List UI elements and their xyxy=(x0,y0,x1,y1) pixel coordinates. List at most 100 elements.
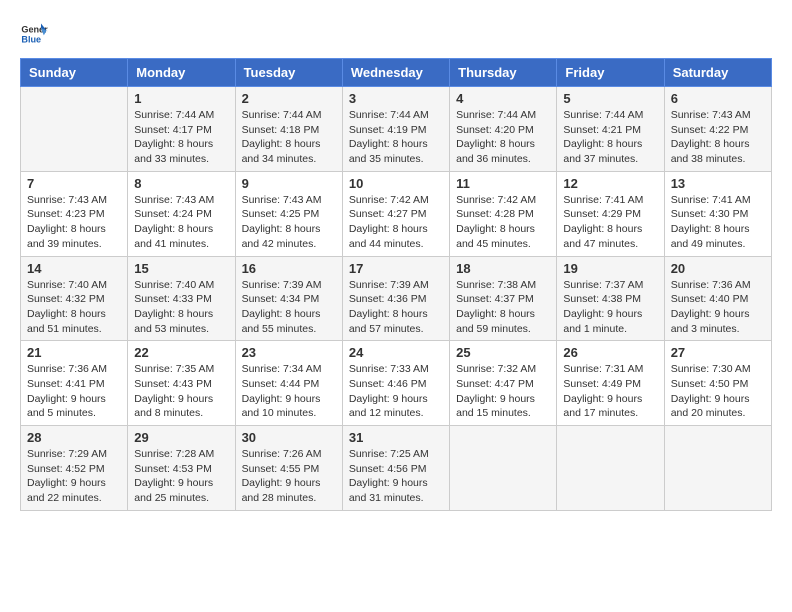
calendar-cell xyxy=(21,87,128,172)
calendar-cell: 5Sunrise: 7:44 AM Sunset: 4:21 PM Daylig… xyxy=(557,87,664,172)
calendar-cell: 26 Sunrise: 7:31 AM Sunset: 4:49 PM Dayli… xyxy=(557,341,664,426)
day-number: 22 xyxy=(134,345,228,360)
day-number: 21 xyxy=(27,345,121,360)
day-info: Sunrise: 7:25 AM Sunset: 4:56 PM Dayligh… xyxy=(349,447,443,506)
calendar-cell xyxy=(664,426,771,511)
day-number: 13 xyxy=(671,176,765,191)
calendar-cell: 11 Sunrise: 7:42 AM Sunset: 4:28 PM Dayli… xyxy=(450,171,557,256)
day-number: 2 xyxy=(242,91,336,106)
week-row-3: 14 Sunrise: 7:40 AM Sunset: 4:32 PM Dayli… xyxy=(21,256,772,341)
calendar-cell: 6 Sunrise: 7:43 AM Sunset: 4:22 PM Daylig… xyxy=(664,87,771,172)
day-info: Sunrise: 7:36 AM Sunset: 4:40 PM Dayligh… xyxy=(671,278,765,337)
day-number: 28 xyxy=(27,430,121,445)
calendar-cell: 30 Sunrise: 7:26 AM Sunset: 4:55 PM Dayli… xyxy=(235,426,342,511)
day-info: Sunrise: 7:28 AM Sunset: 4:53 PM Dayligh… xyxy=(134,447,228,506)
calendar-cell: 31Sunrise: 7:25 AM Sunset: 4:56 PM Dayli… xyxy=(342,426,449,511)
day-info: Sunrise: 7:43 AM Sunset: 4:22 PM Dayligh… xyxy=(671,108,765,167)
calendar-cell xyxy=(557,426,664,511)
calendar-cell: 10Sunrise: 7:42 AM Sunset: 4:27 PM Dayli… xyxy=(342,171,449,256)
header-monday: Monday xyxy=(128,59,235,87)
day-info: Sunrise: 7:42 AM Sunset: 4:28 PM Dayligh… xyxy=(456,193,550,252)
calendar-cell xyxy=(450,426,557,511)
day-number: 5 xyxy=(563,91,657,106)
day-info: Sunrise: 7:43 AM Sunset: 4:23 PM Dayligh… xyxy=(27,193,121,252)
day-info: Sunrise: 7:36 AM Sunset: 4:41 PM Dayligh… xyxy=(27,362,121,421)
day-number: 14 xyxy=(27,261,121,276)
day-info: Sunrise: 7:39 AM Sunset: 4:34 PM Dayligh… xyxy=(242,278,336,337)
calendar-cell: 28 Sunrise: 7:29 AM Sunset: 4:52 PM Dayli… xyxy=(21,426,128,511)
day-info: Sunrise: 7:40 AM Sunset: 4:33 PM Dayligh… xyxy=(134,278,228,337)
day-number: 23 xyxy=(242,345,336,360)
week-row-5: 28 Sunrise: 7:29 AM Sunset: 4:52 PM Dayli… xyxy=(21,426,772,511)
day-number: 18 xyxy=(456,261,550,276)
day-number: 26 xyxy=(563,345,657,360)
calendar-cell: 19Sunrise: 7:37 AM Sunset: 4:38 PM Dayli… xyxy=(557,256,664,341)
day-info: Sunrise: 7:41 AM Sunset: 4:30 PM Dayligh… xyxy=(671,193,765,252)
day-info: Sunrise: 7:42 AM Sunset: 4:27 PM Dayligh… xyxy=(349,193,443,252)
week-row-4: 21 Sunrise: 7:36 AM Sunset: 4:41 PM Dayli… xyxy=(21,341,772,426)
day-number: 9 xyxy=(242,176,336,191)
day-number: 27 xyxy=(671,345,765,360)
day-info: Sunrise: 7:43 AM Sunset: 4:25 PM Dayligh… xyxy=(242,193,336,252)
calendar-cell: 17 Sunrise: 7:39 AM Sunset: 4:36 PM Dayli… xyxy=(342,256,449,341)
day-info: Sunrise: 7:29 AM Sunset: 4:52 PM Dayligh… xyxy=(27,447,121,506)
day-number: 6 xyxy=(671,91,765,106)
day-info: Sunrise: 7:26 AM Sunset: 4:55 PM Dayligh… xyxy=(242,447,336,506)
svg-text:Blue: Blue xyxy=(21,34,41,44)
calendar-cell: 12Sunrise: 7:41 AM Sunset: 4:29 PM Dayli… xyxy=(557,171,664,256)
day-info: Sunrise: 7:44 AM Sunset: 4:20 PM Dayligh… xyxy=(456,108,550,167)
day-number: 3 xyxy=(349,91,443,106)
day-number: 16 xyxy=(242,261,336,276)
day-number: 15 xyxy=(134,261,228,276)
day-number: 24 xyxy=(349,345,443,360)
day-info: Sunrise: 7:44 AM Sunset: 4:18 PM Dayligh… xyxy=(242,108,336,167)
day-info: Sunrise: 7:35 AM Sunset: 4:43 PM Dayligh… xyxy=(134,362,228,421)
calendar-cell: 29 Sunrise: 7:28 AM Sunset: 4:53 PM Dayli… xyxy=(128,426,235,511)
calendar-cell: 18 Sunrise: 7:38 AM Sunset: 4:37 PM Dayli… xyxy=(450,256,557,341)
calendar-cell: 23Sunrise: 7:34 AM Sunset: 4:44 PM Dayli… xyxy=(235,341,342,426)
calendar-cell: 20 Sunrise: 7:36 AM Sunset: 4:40 PM Dayli… xyxy=(664,256,771,341)
calendar-cell: 22 Sunrise: 7:35 AM Sunset: 4:43 PM Dayli… xyxy=(128,341,235,426)
header: General Blue xyxy=(20,20,772,48)
header-friday: Friday xyxy=(557,59,664,87)
week-row-1: 1 Sunrise: 7:44 AM Sunset: 4:17 PM Daylig… xyxy=(21,87,772,172)
calendar-cell: 24 Sunrise: 7:33 AM Sunset: 4:46 PM Dayli… xyxy=(342,341,449,426)
calendar-cell: 9 Sunrise: 7:43 AM Sunset: 4:25 PM Daylig… xyxy=(235,171,342,256)
calendar-cell: 14 Sunrise: 7:40 AM Sunset: 4:32 PM Dayli… xyxy=(21,256,128,341)
logo: General Blue xyxy=(20,20,48,48)
header-saturday: Saturday xyxy=(664,59,771,87)
calendar-cell: 13 Sunrise: 7:41 AM Sunset: 4:30 PM Dayli… xyxy=(664,171,771,256)
day-info: Sunrise: 7:32 AM Sunset: 4:47 PM Dayligh… xyxy=(456,362,550,421)
day-info: Sunrise: 7:44 AM Sunset: 4:17 PM Dayligh… xyxy=(134,108,228,167)
calendar-cell: 3 Sunrise: 7:44 AM Sunset: 4:19 PM Daylig… xyxy=(342,87,449,172)
calendar-cell: 15 Sunrise: 7:40 AM Sunset: 4:33 PM Dayli… xyxy=(128,256,235,341)
day-number: 25 xyxy=(456,345,550,360)
day-info: Sunrise: 7:38 AM Sunset: 4:37 PM Dayligh… xyxy=(456,278,550,337)
header-sunday: Sunday xyxy=(21,59,128,87)
calendar-cell: 25 Sunrise: 7:32 AM Sunset: 4:47 PM Dayli… xyxy=(450,341,557,426)
calendar-cell: 4 Sunrise: 7:44 AM Sunset: 4:20 PM Daylig… xyxy=(450,87,557,172)
day-info: Sunrise: 7:39 AM Sunset: 4:36 PM Dayligh… xyxy=(349,278,443,337)
day-number: 20 xyxy=(671,261,765,276)
day-number: 17 xyxy=(349,261,443,276)
day-number: 11 xyxy=(456,176,550,191)
day-info: Sunrise: 7:44 AM Sunset: 4:19 PM Dayligh… xyxy=(349,108,443,167)
calendar-cell: 21 Sunrise: 7:36 AM Sunset: 4:41 PM Dayli… xyxy=(21,341,128,426)
calendar-cell: 16 Sunrise: 7:39 AM Sunset: 4:34 PM Dayli… xyxy=(235,256,342,341)
day-info: Sunrise: 7:33 AM Sunset: 4:46 PM Dayligh… xyxy=(349,362,443,421)
day-info: Sunrise: 7:37 AM Sunset: 4:38 PM Dayligh… xyxy=(563,278,657,337)
calendar-cell: 7 Sunrise: 7:43 AM Sunset: 4:23 PM Daylig… xyxy=(21,171,128,256)
day-number: 8 xyxy=(134,176,228,191)
day-info: Sunrise: 7:31 AM Sunset: 4:49 PM Dayligh… xyxy=(563,362,657,421)
day-number: 1 xyxy=(134,91,228,106)
calendar-cell: 27Sunrise: 7:30 AM Sunset: 4:50 PM Dayli… xyxy=(664,341,771,426)
calendar-table: SundayMondayTuesdayWednesdayThursdayFrid… xyxy=(20,58,772,511)
calendar-cell: 2 Sunrise: 7:44 AM Sunset: 4:18 PM Daylig… xyxy=(235,87,342,172)
day-number: 30 xyxy=(242,430,336,445)
header-wednesday: Wednesday xyxy=(342,59,449,87)
week-row-2: 7 Sunrise: 7:43 AM Sunset: 4:23 PM Daylig… xyxy=(21,171,772,256)
day-number: 7 xyxy=(27,176,121,191)
day-number: 29 xyxy=(134,430,228,445)
day-info: Sunrise: 7:40 AM Sunset: 4:32 PM Dayligh… xyxy=(27,278,121,337)
day-number: 4 xyxy=(456,91,550,106)
